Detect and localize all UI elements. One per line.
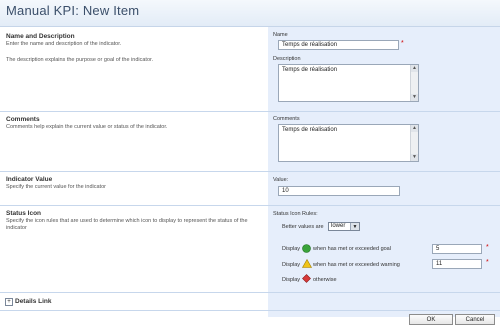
section-title-status: Status Icon: [6, 210, 42, 217]
scroll-down-icon[interactable]: ▼: [411, 154, 418, 161]
otherwise-rule-text: otherwise: [313, 277, 337, 283]
section-desc-name: Enter the name and description of the in…: [6, 41, 122, 47]
description-textarea[interactable]: Temps de réalisation ▲ ▼: [278, 64, 419, 102]
description-scrollbar[interactable]: ▲ ▼: [410, 65, 418, 101]
better-values-selected: lower: [331, 223, 346, 229]
page-title: Manual KPI: New Item: [6, 3, 140, 18]
display-label: Display: [282, 246, 301, 252]
green-circle-icon: [302, 244, 311, 253]
comments-textarea[interactable]: Temps de réalisation ▲ ▼: [278, 124, 419, 162]
ok-button[interactable]: OK: [409, 314, 453, 325]
name-label: Name: [273, 32, 288, 38]
value-input[interactable]: 10: [278, 186, 400, 196]
display-label: Display: [282, 262, 301, 268]
comments-label: Comments: [273, 116, 300, 122]
warning-input[interactable]: 11: [432, 259, 482, 269]
page-header: Manual KPI: New Item: [0, 0, 500, 27]
status-rules-label: Status Icon Rules:: [273, 211, 318, 217]
comments-scrollbar[interactable]: ▲ ▼: [410, 125, 418, 161]
scroll-down-icon[interactable]: ▼: [411, 94, 418, 101]
red-diamond-icon: [302, 274, 311, 283]
section-desc-value: Specify the current value for the indica…: [6, 184, 106, 190]
section-divider: [0, 111, 500, 112]
cancel-button[interactable]: Cancel: [455, 314, 495, 325]
required-marker: *: [486, 259, 489, 266]
comments-text: Temps de réalisation: [282, 127, 338, 133]
better-values-label: Better values are: [282, 224, 324, 230]
section-divider: [0, 205, 500, 206]
section-desc-comments: Comments help explain the current value …: [6, 124, 168, 130]
display-label: Display: [282, 277, 301, 283]
required-marker: *: [401, 40, 404, 47]
better-values-select[interactable]: lower ▼: [328, 222, 360, 231]
section-desc-name-purpose: The description explains the purpose or …: [6, 57, 154, 63]
description-label: Description: [273, 56, 301, 62]
section-divider: [0, 292, 500, 293]
scroll-up-icon[interactable]: ▲: [411, 65, 418, 72]
section-title-name: Name and Description: [6, 33, 75, 40]
goal-rule-text: when has met or exceeded goal: [313, 246, 391, 252]
details-link-label: Details Link: [15, 298, 52, 305]
section-title-value: Indicator Value: [6, 176, 53, 183]
scroll-up-icon[interactable]: ▲: [411, 125, 418, 132]
value-label: Value:: [273, 177, 289, 183]
section-title-comments: Comments: [6, 116, 40, 123]
section-desc-status: Specify the icon rules that are used to …: [6, 218, 248, 231]
name-input[interactable]: Temps de réalisation: [278, 40, 399, 50]
yellow-triangle-icon: [302, 259, 312, 268]
goal-input[interactable]: 5: [432, 244, 482, 254]
warning-rule-text: when has met or exceeded warning: [313, 262, 400, 268]
description-text: Temps de réalisation: [282, 67, 338, 73]
expand-plus-icon[interactable]: +: [5, 298, 13, 306]
footer-divider: [0, 310, 500, 311]
details-link-toggle[interactable]: + Details Link: [5, 297, 65, 306]
section-divider: [0, 171, 500, 172]
chevron-down-icon[interactable]: ▼: [350, 223, 359, 230]
required-marker: *: [486, 244, 489, 251]
